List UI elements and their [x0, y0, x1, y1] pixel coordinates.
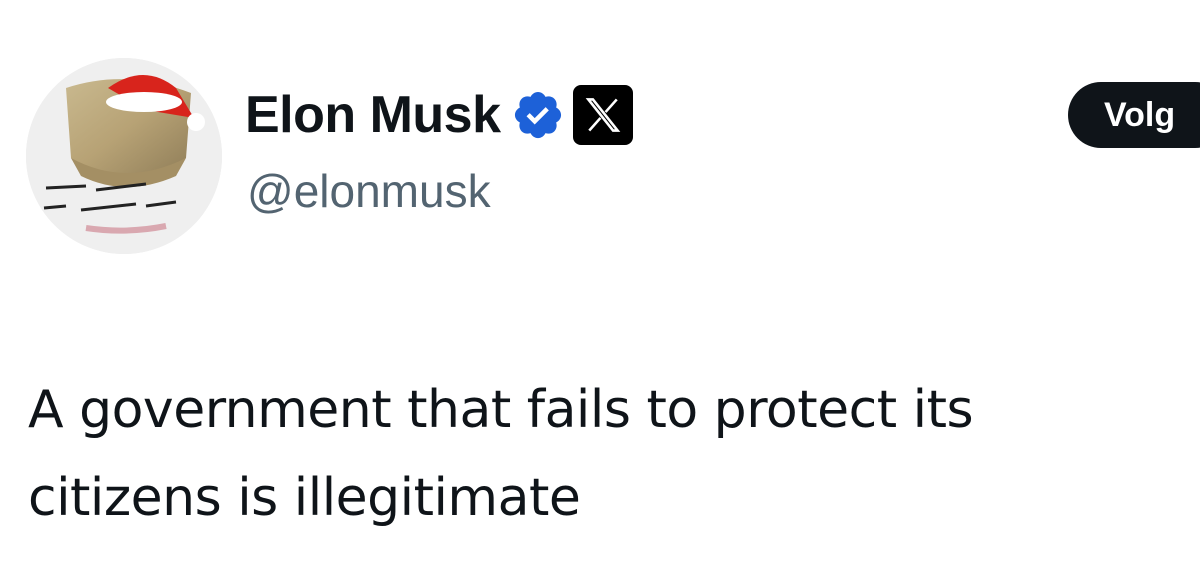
avatar-image	[26, 58, 222, 254]
follow-button[interactable]: Volg	[1068, 82, 1200, 148]
verified-badge-icon[interactable]	[511, 88, 565, 142]
tweet-text-line: citizens is illegitimate	[28, 468, 581, 528]
author-name-row: Elon Musk	[245, 80, 633, 150]
author-handle[interactable]: @elonmusk	[247, 168, 491, 214]
tweet-text-line: A government that fails to protect its	[28, 380, 974, 440]
tweet-card: Elon Musk @elonmusk Volg A government th…	[0, 0, 1200, 588]
tweet-text: A government that fails to protect its c…	[28, 366, 1188, 542]
avatar[interactable]	[26, 58, 222, 254]
x-logo-icon[interactable]	[572, 85, 633, 145]
author-display-name[interactable]: Elon Musk	[245, 89, 501, 141]
